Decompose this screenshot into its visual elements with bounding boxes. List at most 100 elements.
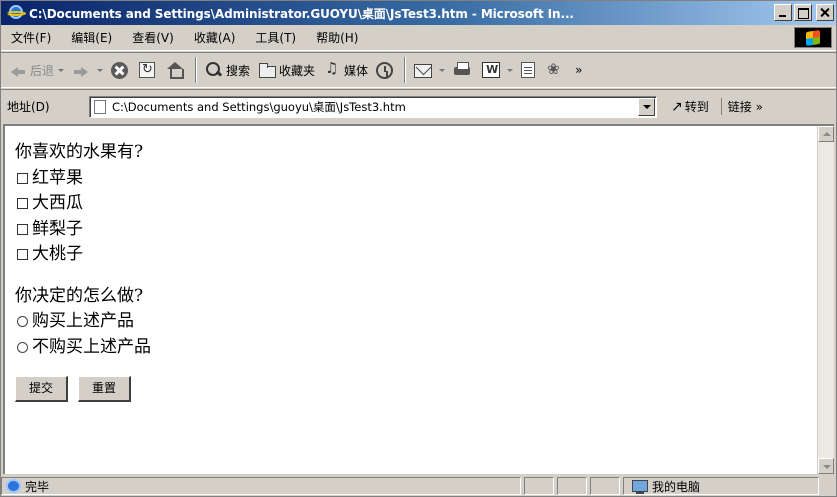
search-icon: [205, 61, 223, 79]
page-icon: [94, 99, 106, 114]
fruit-option[interactable]: 红苹果: [15, 166, 151, 192]
favorites-label: 收藏夹: [279, 63, 316, 78]
address-field[interactable]: [89, 95, 657, 118]
decision-label: 购买上述产品: [32, 311, 134, 331]
radio-button[interactable]: [17, 341, 28, 353]
menu-help[interactable]: 帮助(H): [306, 29, 368, 46]
fruit-option[interactable]: 大桃子: [15, 242, 151, 268]
fruit-label: 红苹果: [32, 167, 83, 188]
stop-icon: [111, 61, 129, 79]
status-pane: [557, 477, 587, 495]
links-button[interactable]: 链接 »: [720, 98, 763, 115]
reset-button[interactable]: 重置: [78, 376, 131, 402]
search-label: 搜索: [226, 63, 251, 78]
status-pane: [524, 477, 554, 495]
go-arrow-icon: ↗: [671, 98, 683, 115]
menu-view[interactable]: 查看(V): [122, 29, 184, 46]
mail-button[interactable]: [410, 56, 449, 84]
back-arrow-icon: [9, 61, 27, 79]
history-icon: [376, 61, 394, 79]
home-button[interactable]: [162, 56, 191, 84]
status-pane: [590, 477, 620, 495]
status-text: 完毕: [25, 479, 50, 494]
back-dropdown-icon[interactable]: [58, 68, 65, 72]
checkbox[interactable]: [17, 249, 28, 261]
address-input[interactable]: [90, 99, 620, 114]
maximize-button[interactable]: [794, 4, 812, 21]
decision-option[interactable]: 购买上述产品: [15, 309, 151, 335]
browser-window: C:\Documents and Settings\Administrator.…: [0, 0, 837, 497]
favorites-folder-icon: [258, 61, 277, 79]
refresh-button[interactable]: [135, 56, 162, 84]
go-button[interactable]: ↗ 转到: [671, 98, 709, 115]
title-bar[interactable]: C:\Documents and Settings\Administrator.…: [1, 1, 836, 25]
minimize-button[interactable]: [774, 4, 792, 21]
forward-arrow-icon: [72, 61, 90, 79]
toolbar-separator: [404, 57, 407, 83]
discuss-button[interactable]: [517, 56, 542, 84]
standard-toolbar: 后退 搜索 收藏夹 媒体 »: [1, 52, 836, 88]
page-status-icon: [6, 479, 21, 493]
media-label: 媒体: [344, 63, 369, 78]
address-bar: 地址(D) ↗ 转到 链接 »: [1, 89, 836, 123]
home-icon: [166, 61, 185, 79]
messenger-icon: [546, 60, 564, 79]
fruit-option[interactable]: 鲜梨子: [15, 217, 151, 243]
internet-explorer-icon: [6, 5, 26, 21]
word-icon: [482, 62, 501, 78]
print-icon: [453, 61, 471, 79]
page-content: 你喜欢的水果有? 红苹果 大西瓜 鲜梨子 大桃子 你决定的怎么做? 购买上述产品…: [3, 124, 834, 474]
scroll-up-button[interactable]: [818, 126, 834, 142]
messenger-button[interactable]: [542, 56, 571, 84]
question-decision: 你决定的怎么做?: [15, 285, 144, 306]
vertical-scrollbar[interactable]: [817, 126, 834, 474]
zone-text: 我的电脑: [652, 479, 701, 494]
fruit-label: 鲜梨子: [32, 218, 83, 239]
menu-file[interactable]: 文件(F): [1, 29, 61, 46]
address-dropdown-button[interactable]: [638, 97, 655, 116]
print-button[interactable]: [449, 56, 478, 84]
checkbox[interactable]: [17, 198, 28, 210]
menu-favorites[interactable]: 收藏(A): [184, 29, 246, 46]
favorites-button[interactable]: 收藏夹: [254, 56, 319, 84]
radio-button[interactable]: [17, 316, 28, 328]
media-icon: [323, 59, 341, 79]
stop-button[interactable]: [107, 56, 135, 84]
go-label: 转到: [684, 100, 709, 114]
window-controls: [774, 4, 834, 21]
edit-dropdown-icon[interactable]: [507, 68, 514, 72]
toolbar-separator: [195, 57, 198, 83]
submit-button[interactable]: 提交: [15, 376, 68, 402]
media-button[interactable]: 媒体: [319, 56, 372, 84]
fruit-label: 大桃子: [32, 244, 83, 264]
security-zone: 我的电脑: [623, 477, 819, 495]
search-button[interactable]: 搜索: [201, 56, 254, 84]
fruit-option[interactable]: 大西瓜: [15, 191, 151, 217]
windows-logo-icon: [794, 27, 832, 48]
scroll-down-button[interactable]: [818, 458, 834, 474]
decision-label: 不购买上述产品: [32, 336, 151, 357]
menu-tools[interactable]: 工具(T): [245, 29, 306, 46]
refresh-icon: [139, 62, 156, 78]
address-label: 地址(D): [7, 100, 50, 114]
checkbox[interactable]: [17, 172, 28, 184]
computer-icon: [632, 480, 648, 494]
status-bar: 完毕 我的电脑: [1, 476, 836, 496]
menu-edit[interactable]: 编辑(E): [61, 29, 122, 46]
close-button[interactable]: [816, 4, 834, 21]
discuss-icon: [521, 62, 536, 78]
form-buttons: 提交 重置: [15, 376, 151, 402]
forward-button[interactable]: [68, 56, 107, 84]
fruit-label: 大西瓜: [32, 193, 83, 213]
word-edit-button[interactable]: [478, 56, 517, 84]
window-title: C:\Documents and Settings\Administrator.…: [29, 6, 574, 21]
forward-dropdown-icon[interactable]: [97, 68, 104, 72]
mail-dropdown-icon[interactable]: [439, 68, 446, 72]
toolbar-overflow[interactable]: »: [575, 63, 582, 77]
checkbox[interactable]: [17, 223, 28, 235]
back-button[interactable]: 后退: [5, 56, 68, 84]
decision-option[interactable]: 不购买上述产品: [15, 335, 151, 361]
back-label: 后退: [30, 63, 55, 78]
history-button[interactable]: [372, 56, 400, 84]
status-message: 完毕: [1, 477, 521, 495]
